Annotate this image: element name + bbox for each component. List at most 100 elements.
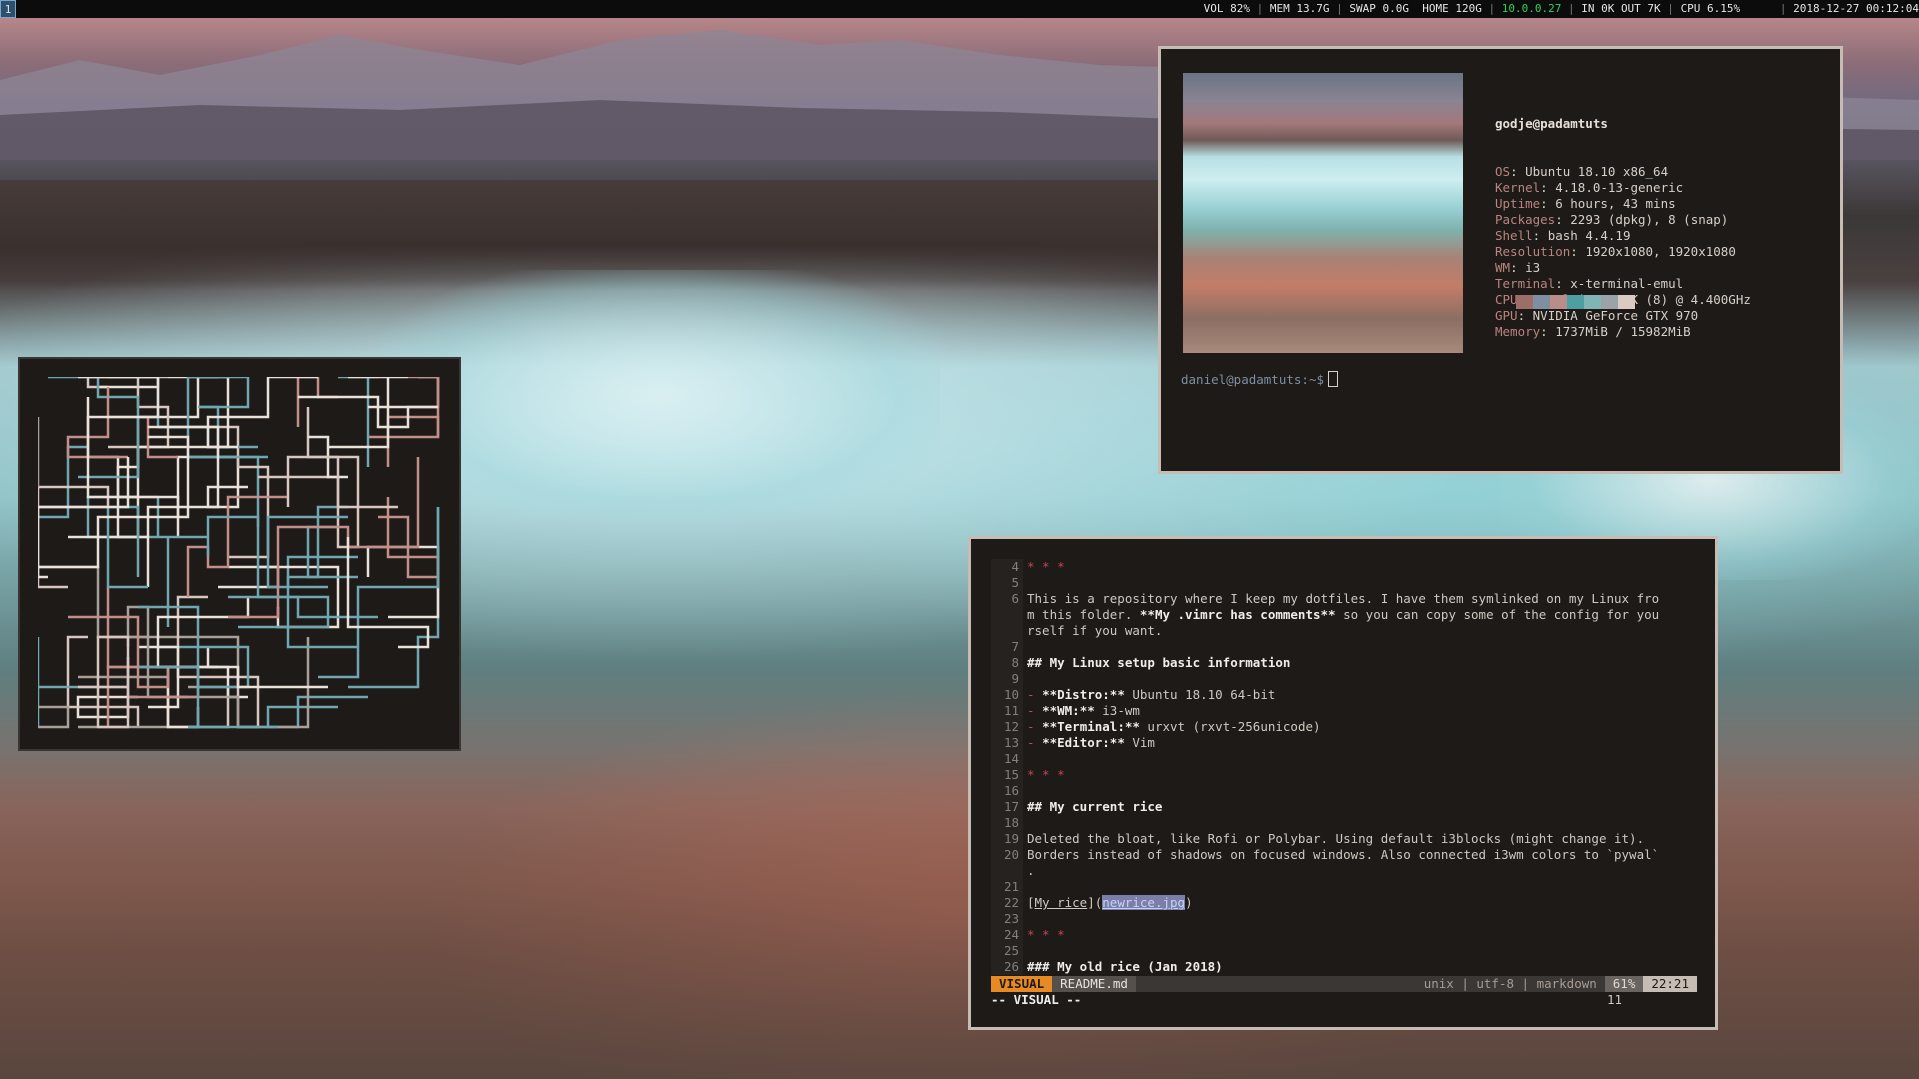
neofetch-key: Packages (1495, 212, 1556, 227)
neofetch-key: CPU (1495, 292, 1518, 307)
line-number: 7 (991, 639, 1023, 655)
line-number: 10 (991, 687, 1023, 703)
workspace-button-1[interactable]: 1 (0, 0, 16, 18)
pipe-segment (186, 495, 288, 597)
line-text: - **Distro:** Ubuntu 18.10 64-bit (1027, 687, 1276, 702)
line-number: 20 (991, 847, 1023, 863)
line-number: 23 (991, 911, 1023, 927)
separator: | (1250, 2, 1270, 15)
neofetch-key: OS (1495, 164, 1511, 179)
line-text: ## My current rice (1027, 799, 1163, 814)
pipe-segment (378, 497, 440, 579)
line-text: Deleted the bloat, like Rofi or Polybar.… (1027, 831, 1645, 846)
line-number: 12 (991, 719, 1023, 735)
prompt-path: :~$ (1301, 372, 1324, 387)
neofetch-value: i3 (1525, 260, 1541, 275)
separator: | (1329, 2, 1350, 15)
vim-editor-window[interactable]: 4 * * * 5 6 This is a repository where I kee… (968, 536, 1718, 1030)
neofetch-rows: OS: Ubuntu 18.10 x86_64 Kernel: 4.18.0-13… (1495, 164, 1751, 340)
line-text (1023, 639, 1027, 655)
palette-swatch (1618, 295, 1635, 309)
terminal-cursor (1328, 371, 1338, 387)
line-number: 22 (991, 895, 1023, 911)
line-text: - **Editor:** Vim (1027, 735, 1155, 750)
pipe-segment (286, 455, 398, 509)
vim-line: 5 (991, 575, 1697, 591)
statusline-filename: README.md (1052, 976, 1136, 992)
vim-line: rself if you want. (991, 623, 1697, 639)
palette-swatch (1533, 295, 1550, 309)
line-number: 21 (991, 879, 1023, 895)
shell-prompt[interactable]: daniel@padamtuts:~$ (1181, 371, 1338, 387)
separator: | (1481, 2, 1502, 15)
pipe-segment (306, 525, 358, 579)
volume-status: VOL 82% (1203, 2, 1251, 15)
line-text: ## My Linux setup basic information (1027, 655, 1291, 670)
selection-count: 11 (1606, 992, 1622, 1007)
line-text: Borders instead of shadows on focused wi… (1027, 847, 1660, 862)
pipe-segment (38, 705, 70, 729)
neofetch-key: Terminal (1495, 276, 1556, 291)
pipe-segment (206, 647, 248, 699)
statusline-percent: 61% (1604, 976, 1644, 992)
neofetch-key: GPU (1495, 308, 1518, 323)
pipe-segment (38, 637, 128, 727)
command-line-mode: -- VISUAL -- (991, 992, 1082, 1007)
palette-swatch (1516, 295, 1533, 309)
memory-status: MEM 13.7G (1269, 2, 1330, 15)
pipe-segment (348, 507, 440, 689)
separator: | (1740, 2, 1794, 15)
vim-line: 9 (991, 671, 1697, 687)
pipe-segment (106, 505, 148, 589)
pipe-segment (68, 615, 170, 727)
line-number: 25 (991, 943, 1023, 959)
visual-selection[interactable]: newrice.jpg (1102, 895, 1186, 910)
line-number: 9 (991, 671, 1023, 687)
neofetch-key: Resolution (1495, 244, 1571, 259)
palette-swatch (1567, 295, 1584, 309)
vim-line: m this folder. **My .vimrc has comments*… (991, 607, 1697, 623)
neofetch-user-host: godje@padamtuts (1495, 116, 1608, 131)
line-number: 11 (991, 703, 1023, 719)
neofetch-key: WM (1495, 260, 1511, 275)
pipe-segment (48, 377, 140, 479)
pipes-terminal-window[interactable] (18, 357, 461, 751)
line-text (1023, 815, 1027, 831)
line-number: 5 (991, 575, 1023, 591)
pipe-segment (266, 695, 368, 729)
line-number: 15 (991, 767, 1023, 783)
neofetch-row: GPU: NVIDIA GeForce GTX 970 (1495, 308, 1699, 323)
neofetch-row: Memory: 1737MiB / 15982MiB (1495, 324, 1691, 339)
line-number: 19 (991, 831, 1023, 847)
palette-swatch (1601, 295, 1618, 309)
line-text: [My rice](newrice.jpg) (1027, 895, 1193, 910)
neofetch-row: OS: Ubuntu 18.10 x86_64 (1495, 164, 1669, 179)
vim-command-line[interactable]: -- VISUAL -- 11 (991, 992, 1697, 1008)
line-text: . (1027, 863, 1035, 878)
vim-line: 19 Deleted the bloat, like Rofi or Polyba… (991, 831, 1697, 847)
cpu-status: CPU 6.15% (1680, 2, 1741, 15)
pipe-segment (228, 595, 378, 619)
neofetch-terminal-window[interactable]: godje@padamtuts OS: Ubuntu 18.10 x86_64 K… (1158, 46, 1843, 474)
neofetch-value: 1920x1080, 1920x1080 (1585, 244, 1736, 259)
separator (1409, 0, 1422, 18)
statusline-fill (1136, 976, 1424, 992)
line-number: 17 (991, 799, 1023, 815)
statusline-fileinfo: unix | utf-8 | markdown (1423, 976, 1597, 991)
line-text: - **WM:** i3-wm (1027, 703, 1140, 718)
line-number: 13 (991, 735, 1023, 751)
vim-line: 11 - **WM:** i3-wm (991, 703, 1697, 719)
network-traffic-status: IN 0K OUT 7K (1581, 2, 1661, 15)
vim-line: 24 * * * (991, 927, 1697, 943)
vim-buffer[interactable]: 4 * * * 5 6 This is a repository where I kee… (991, 559, 1697, 979)
wallpaper-travertine-left (380, 270, 940, 520)
vim-line: 15 * * * (991, 767, 1697, 783)
vim-line: 21 (991, 879, 1697, 895)
pipe-segment (296, 377, 338, 427)
pipe-segment (86, 377, 168, 389)
line-text: * * * (1027, 559, 1065, 574)
i3-status-bar: 1 VOL 82% | MEM 13.7G | SWAP 0.0G HOME 1… (0, 0, 1919, 18)
line-number: 26 (991, 959, 1023, 975)
line-number (991, 607, 1023, 623)
pipe-segment (78, 675, 170, 729)
